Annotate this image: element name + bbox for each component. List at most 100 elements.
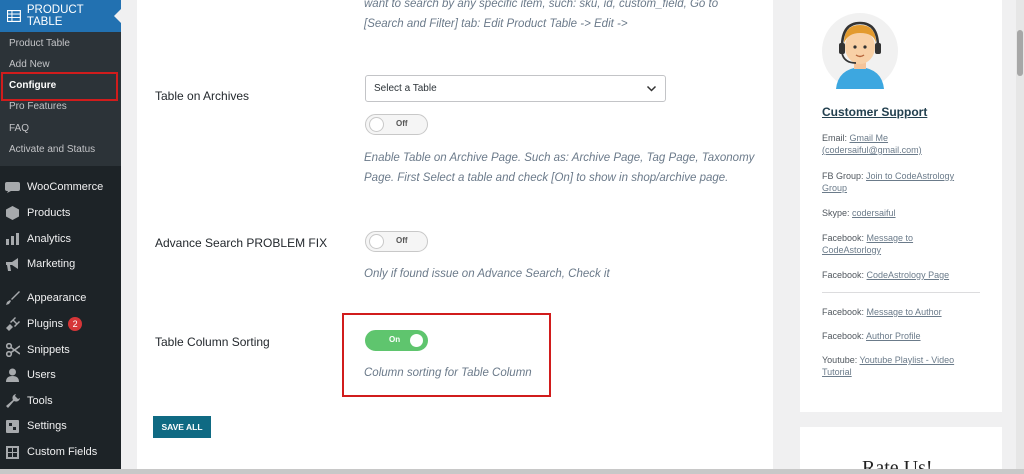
previous-desc-line1: want to search by any specific item, suc…: [364, 0, 719, 10]
advance-search-toggle[interactable]: Off: [365, 231, 428, 252]
fb-group-link-2[interactable]: Group: [822, 183, 847, 193]
fb-message-link[interactable]: Message to: [867, 233, 914, 243]
support-fb-page: Facebook: CodeAstrology Page: [822, 269, 987, 281]
analytics-icon: [5, 232, 20, 246]
support-fb-author-message: Facebook: Message to Author: [822, 306, 987, 318]
fb-group-label: FB Group:: [822, 171, 867, 181]
scrollbar-thumb[interactable]: [1017, 30, 1023, 76]
settings-icon: [5, 419, 20, 433]
support-fb-message: Facebook: Message to CodeAstorlogy: [822, 232, 987, 256]
menu-settings-label: Settings: [27, 420, 67, 432]
support-fb-author-profile: Facebook: Author Profile: [822, 330, 987, 342]
menu-marketing[interactable]: Marketing: [0, 254, 121, 274]
archives-table-select[interactable]: Select a Table: [365, 75, 666, 102]
rate-us-card: Rate Us!: [800, 427, 1002, 474]
menu-appearance[interactable]: Appearance: [0, 288, 121, 308]
menu-analytics-label: Analytics: [27, 233, 72, 245]
menu-products-label: Products: [27, 207, 71, 219]
menu-users[interactable]: Users: [0, 365, 121, 385]
toggle-knob: [370, 118, 383, 131]
archives-desc-line2: Page. First Select a table and check [On…: [364, 172, 729, 184]
advance-search-description: Only if found issue on Advance Search, C…: [364, 268, 610, 280]
menu-users-label: Users: [27, 369, 56, 381]
submenu-pro-features[interactable]: Pro Features: [9, 101, 67, 113]
support-skype: Skype: codersaiful: [822, 207, 987, 219]
fb-page-link[interactable]: CodeAstrology Page: [867, 270, 950, 280]
youtube-link[interactable]: Youtube Playlist - Video: [860, 355, 955, 365]
customer-support-card: Customer Support Email: Gmail Me (coders…: [800, 0, 1002, 412]
menu-plugins[interactable]: Plugins 2: [0, 314, 121, 334]
advance-search-label: Advance Search PROBLEM FIX: [155, 236, 328, 250]
facebook-label: Facebook:: [822, 307, 867, 317]
products-icon: [5, 206, 20, 220]
email-address-link[interactable]: (codersaiful@gmail.com): [822, 145, 922, 155]
gmail-link[interactable]: Gmail Me: [850, 133, 889, 143]
fb-author-message-link[interactable]: Message to Author: [867, 307, 942, 317]
table-icon: [7, 10, 21, 22]
appearance-icon: [5, 291, 20, 305]
support-fb-group: FB Group: Join to CodeAstrology Group: [822, 170, 987, 194]
settings-panel: want to search by any specific item, suc…: [137, 0, 773, 474]
plugins-update-badge: 2: [68, 317, 83, 331]
menu-snippets[interactable]: Snippets: [0, 340, 121, 360]
youtube-link-2[interactable]: Tutorial: [822, 367, 852, 377]
menu-settings[interactable]: Settings: [0, 416, 121, 436]
menu-appearance-label: Appearance: [27, 292, 87, 304]
support-email: Email: Gmail Me (codersaiful@gmail.com): [822, 132, 987, 156]
menu-custom-fields[interactable]: Custom Fields: [0, 442, 121, 462]
table-on-archives-label: Table on Archives: [155, 89, 250, 103]
save-all-button[interactable]: SAVE ALL: [153, 416, 211, 438]
menu-snippets-label: Snippets: [27, 344, 70, 356]
column-sorting-label: Table Column Sorting: [155, 335, 270, 349]
advance-search-toggle-label: Off: [396, 236, 408, 245]
submenu-activate-status[interactable]: Activate and Status: [9, 144, 95, 156]
menu-analytics[interactable]: Analytics: [0, 229, 121, 249]
marketing-icon: [5, 257, 20, 271]
support-avatar: [822, 13, 898, 89]
support-divider: [822, 292, 980, 293]
archives-desc-line1: Enable Table on Archive Page. Such as: A…: [364, 152, 755, 164]
column-sorting-highlight-box: [342, 313, 551, 397]
customer-support-title: Customer Support: [822, 105, 928, 119]
skype-link[interactable]: codersaiful: [852, 208, 896, 218]
menu-product-table[interactable]: PRODUCT TABLE: [0, 0, 121, 32]
fb-message-link-2[interactable]: CodeAstorlogy: [822, 245, 881, 255]
email-label: Email:: [822, 133, 850, 143]
menu-woocommerce[interactable]: WooCommerce: [0, 177, 121, 197]
woocommerce-icon: [5, 180, 20, 194]
submenu-product-table[interactable]: Product Table: [9, 38, 70, 50]
menu-plugins-label: Plugins: [27, 318, 64, 330]
bottom-bar: [0, 469, 1024, 474]
facebook-label: Facebook:: [822, 331, 867, 341]
skype-label: Skype:: [822, 208, 853, 218]
toggle-knob: [370, 235, 383, 248]
facebook-label: Facebook:: [822, 233, 867, 243]
menu-woocommerce-label: WooCommerce: [27, 181, 104, 193]
menu-product-table-label: PRODUCT TABLE: [26, 4, 84, 28]
tools-icon: [5, 394, 20, 408]
users-icon: [5, 368, 20, 382]
menu-marketing-label: Marketing: [27, 258, 76, 270]
previous-desc-line2: [Search and Filter] tab: Edit Product Ta…: [364, 18, 628, 30]
fb-group-link[interactable]: Join to CodeAstrology: [866, 171, 954, 181]
archives-description: Enable Table on Archive Page. Such as: A…: [364, 148, 764, 188]
menu-tools-label: Tools: [27, 395, 53, 407]
custom-fields-icon: [5, 445, 20, 459]
archives-toggle[interactable]: Off: [365, 114, 428, 135]
submenu-faq[interactable]: FAQ: [9, 123, 29, 135]
submenu-add-new[interactable]: Add New: [9, 59, 50, 71]
menu-tools[interactable]: Tools: [0, 391, 121, 411]
page-scrollbar[interactable]: [1016, 0, 1024, 474]
youtube-label: Youtube:: [822, 355, 860, 365]
facebook-label: Facebook:: [822, 270, 867, 280]
archives-toggle-label: Off: [396, 119, 408, 128]
menu-products[interactable]: Products: [0, 203, 121, 223]
previous-field-description: want to search by any specific item, suc…: [364, 0, 764, 34]
configure-highlight-box: [1, 72, 118, 101]
support-youtube: Youtube: Youtube Playlist - Video Tutori…: [822, 354, 987, 378]
fb-author-profile-link[interactable]: Author Profile: [866, 331, 921, 341]
chevron-down-icon: [646, 85, 657, 92]
plugins-icon: [5, 317, 20, 331]
admin-sidebar: PRODUCT TABLE Product Table Add New Conf…: [0, 0, 121, 474]
snippets-icon: [5, 343, 20, 357]
